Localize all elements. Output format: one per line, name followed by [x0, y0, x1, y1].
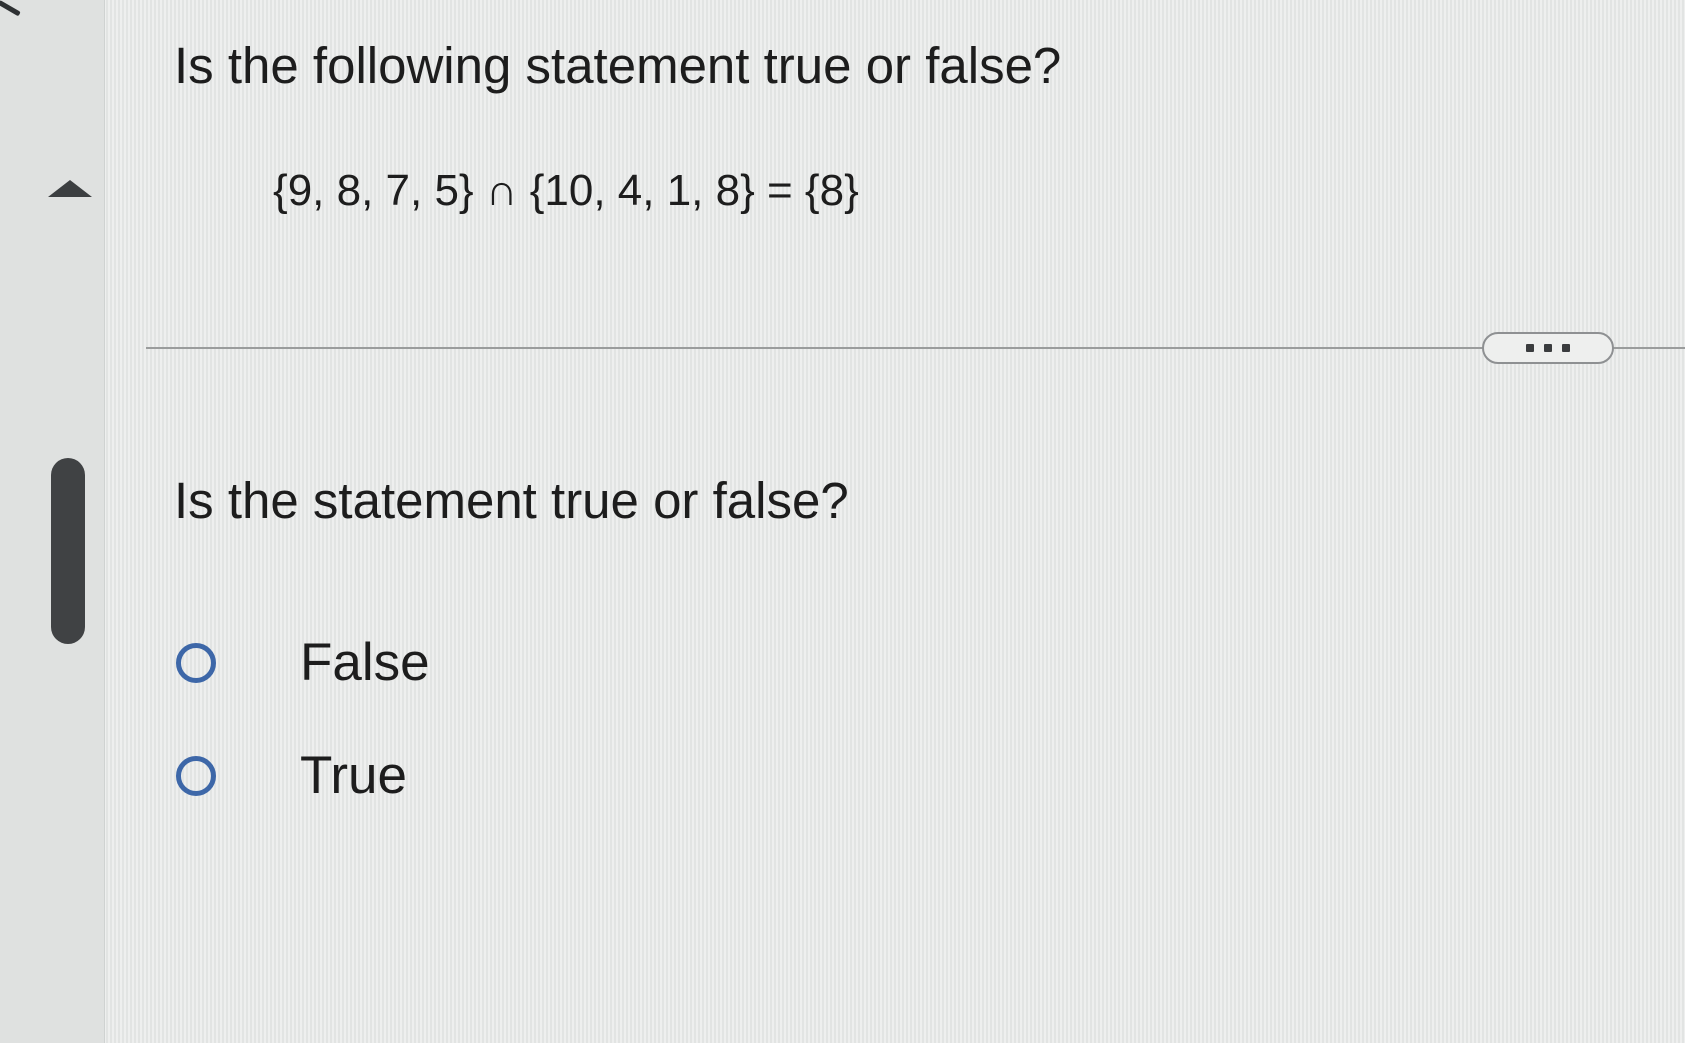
- option-true[interactable]: True: [176, 741, 407, 811]
- more-dots-icon: [1562, 344, 1570, 352]
- option-false-label: False: [300, 633, 430, 692]
- option-false[interactable]: False: [176, 628, 430, 698]
- set-statement: {9, 8, 7, 5} ∩ {10, 4, 1, 8} = {8}: [273, 166, 859, 215]
- option-true-label: True: [300, 746, 408, 805]
- more-dots-icon: [1526, 344, 1534, 352]
- question-content: Is the following statement true or false…: [0, 0, 1685, 1043]
- radio-false[interactable]: [176, 643, 216, 683]
- more-options-button[interactable]: [1482, 332, 1614, 364]
- question-title: Is the following statement true or false…: [174, 37, 1062, 94]
- radio-true[interactable]: [176, 756, 216, 796]
- more-dots-icon: [1544, 344, 1552, 352]
- section-divider: [146, 347, 1685, 349]
- answer-prompt: Is the statement true or false?: [174, 472, 849, 529]
